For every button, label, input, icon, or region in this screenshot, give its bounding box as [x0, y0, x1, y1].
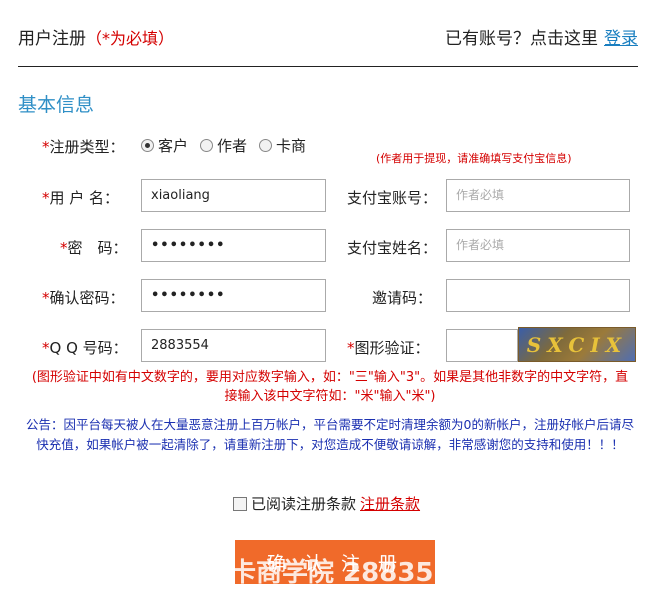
captcha-image[interactable]: SXCIX — [518, 327, 636, 362]
confirm-password-field[interactable]: •••••••• — [141, 279, 326, 312]
terms-link[interactable]: 注册条款 — [360, 493, 420, 514]
username-field[interactable]: xiaoliang — [141, 179, 326, 212]
confirm-password-label: *确认密码： — [42, 289, 125, 307]
announcement: 公告：因平台每天被人在大量恶意注册上百万帐户，平台需要不定时清理余额为0的新帐户… — [26, 417, 634, 452]
required-note: （*为必填） — [86, 29, 175, 48]
radio-customer-label: 客户 — [158, 137, 189, 155]
radio-customer[interactable]: 客户 — [141, 135, 188, 156]
username-label: *用 户 名： — [42, 189, 120, 207]
password-field[interactable]: •••••••• — [141, 229, 326, 262]
radio-card-dealer[interactable]: 卡商 — [259, 135, 306, 156]
invite-code-field[interactable] — [446, 279, 630, 312]
page-title: 用户注册（*为必填） — [18, 24, 174, 49]
qq-label: *Q Q 号码： — [42, 339, 128, 357]
required-star: * — [42, 138, 50, 156]
radio-dot-icon[interactable] — [141, 139, 154, 152]
login-link[interactable]: 登录 — [604, 29, 638, 49]
radio-author[interactable]: 作者 — [200, 135, 247, 156]
author-hint: (作者用于提现，请准确填写支付宝信息) — [376, 152, 572, 165]
alipay-account-field[interactable]: 作者必填 — [446, 179, 630, 212]
agreement-text: 已阅读注册条款 — [251, 495, 357, 513]
page-title-text: 用户注册 — [18, 29, 86, 49]
captcha-label: *图形验证： — [347, 339, 430, 357]
qq-field[interactable]: 2883554 — [141, 329, 326, 362]
radio-dot-icon[interactable] — [259, 139, 273, 152]
password-label: *密 码： — [60, 239, 128, 257]
agreement-checkbox[interactable] — [233, 496, 247, 511]
radio-card-dealer-label: 卡商 — [276, 137, 307, 155]
alipay-name-label: 支付宝姓名： — [347, 239, 438, 257]
captcha-note: (图形验证中如有中文数字的，要用对应数字输入，如："三"输入"3"。如果是其他非… — [31, 370, 629, 404]
register-type-label-text: 注册类型： — [49, 138, 125, 156]
watermark: 卡商学院 2883554.c — [230, 558, 495, 588]
radio-dot-icon[interactable] — [200, 139, 214, 152]
register-type-label: *注册类型： — [42, 136, 125, 157]
login-prompt-text: 已有账号？点击这里 — [445, 29, 598, 49]
login-prompt: 已有账号？点击这里 登录 — [445, 24, 638, 49]
section-title-basic-info: 基本信息 — [18, 94, 95, 116]
alipay-account-label: 支付宝账号： — [347, 189, 438, 207]
header-divider — [18, 66, 638, 67]
captcha-image-text: SXCIX — [526, 332, 628, 357]
alipay-name-field[interactable]: 作者必填 — [446, 229, 630, 262]
agreement-row: 已阅读注册条款 注册条款 — [233, 493, 420, 514]
register-type-radio-group: 客户 作者 卡商 — [141, 135, 306, 156]
invite-code-label: 邀请码： — [372, 289, 433, 307]
radio-author-label: 作者 — [217, 137, 248, 155]
captcha-field[interactable] — [446, 329, 518, 362]
